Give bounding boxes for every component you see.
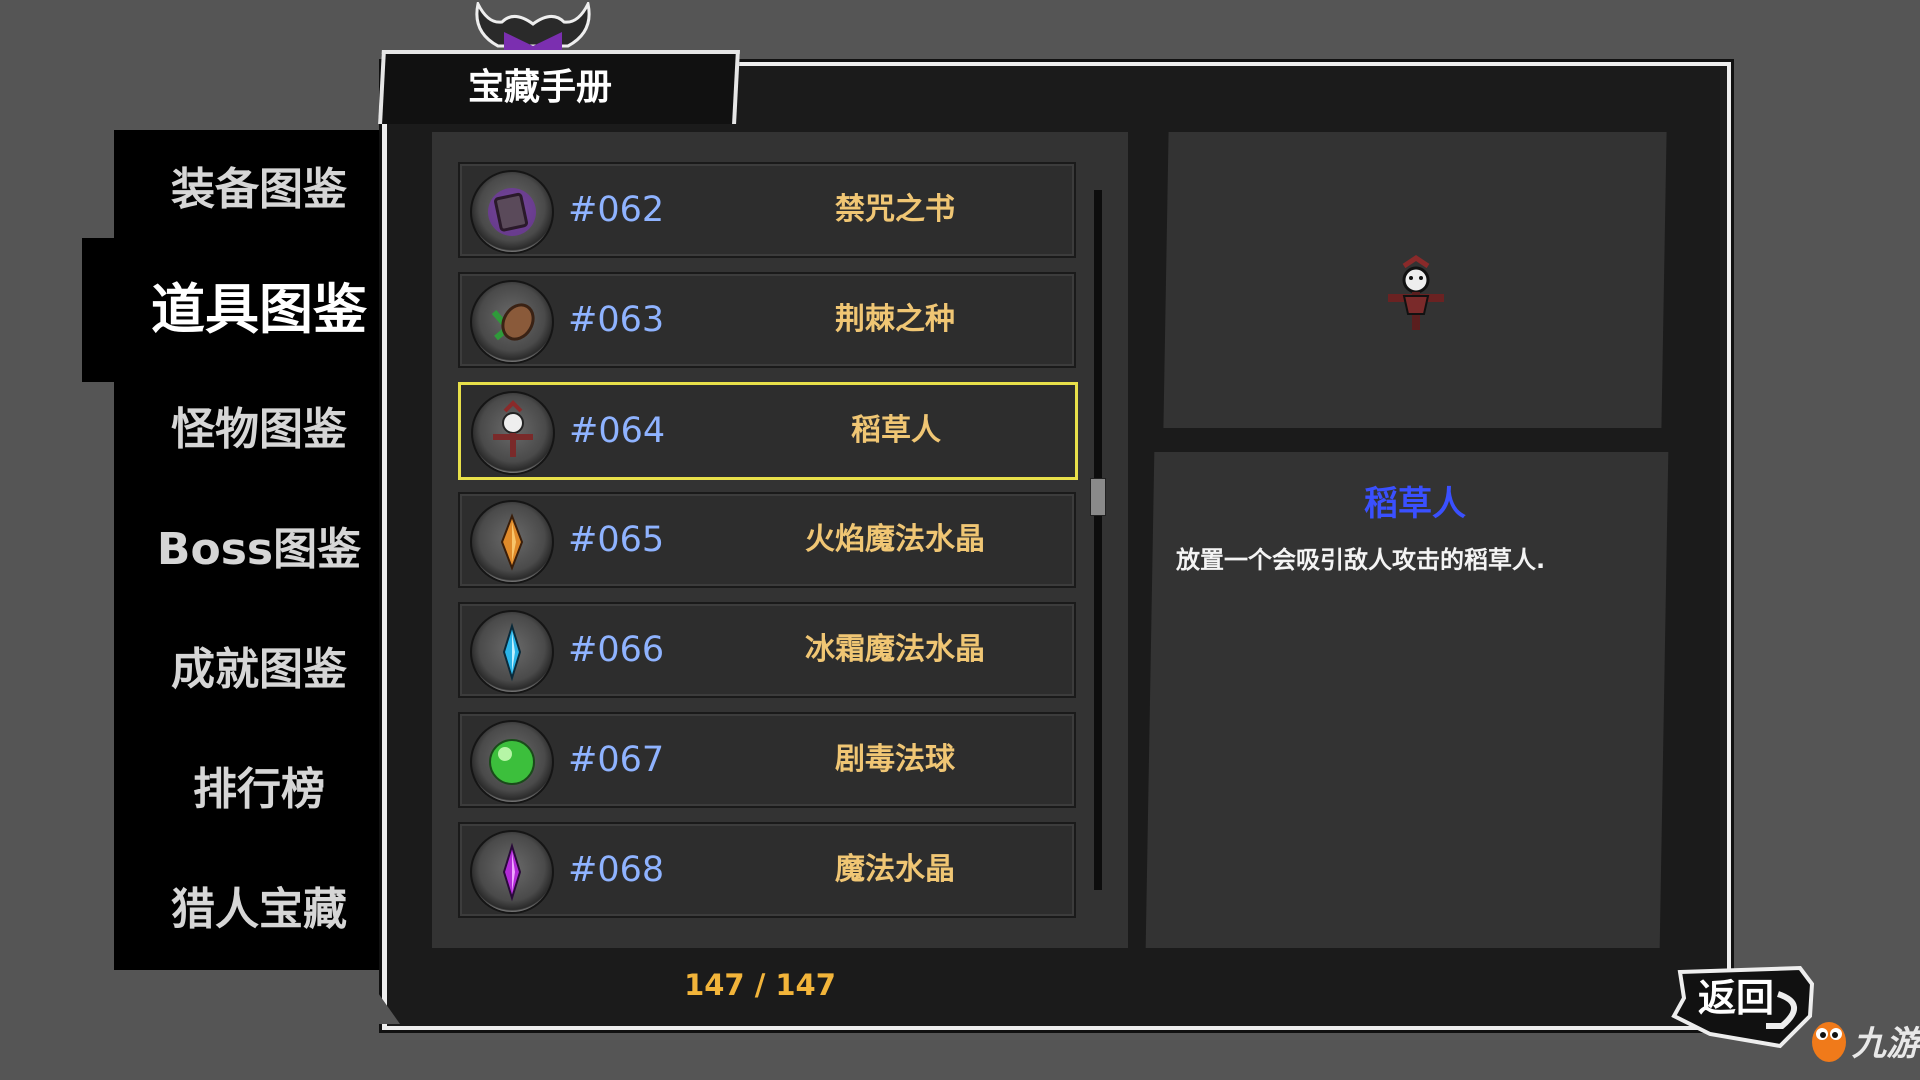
item-name: 冰霜魔法水晶 <box>805 632 985 667</box>
poison-orb-icon <box>470 720 554 804</box>
list-item[interactable]: #066 冰霜魔法水晶 <box>458 602 1076 698</box>
sidebar-item-leaderboard[interactable]: 排行榜 <box>114 740 404 840</box>
scarecrow-preview-icon <box>1388 254 1444 330</box>
page-title: 宝藏手册 <box>467 67 612 108</box>
fire-crystal-icon <box>470 500 554 584</box>
scrollbar-thumb[interactable] <box>1090 478 1106 516</box>
ice-crystal-icon <box>470 610 554 694</box>
item-count: 147 / 147 <box>684 968 836 1002</box>
item-description-panel <box>1145 452 1669 948</box>
scarecrow-icon <box>471 391 555 475</box>
item-number: #067 <box>568 740 665 780</box>
watermark-mascot-icon <box>1812 1022 1846 1062</box>
sidebar-item-hunter-treasure[interactable]: 猎人宝藏 <box>114 860 404 960</box>
detail-description: 放置一个会吸引敌人攻击的稻草人. <box>1176 546 1546 574</box>
scrollbar-track[interactable] <box>1094 190 1102 890</box>
magic-crystal-icon <box>470 830 554 914</box>
item-name: 魔法水晶 <box>835 852 955 887</box>
item-name: 剧毒法球 <box>835 742 955 777</box>
detail-title: 稻草人 <box>1364 484 1466 524</box>
list-item[interactable]: #062 禁咒之书 <box>458 162 1076 258</box>
sidebar-item-items[interactable]: 道具图鉴 <box>114 260 404 360</box>
item-number: #062 <box>568 190 665 230</box>
list-item[interactable]: #067 剧毒法球 <box>458 712 1076 808</box>
item-number: #063 <box>568 300 665 340</box>
seed-icon <box>470 280 554 364</box>
item-number: #066 <box>568 630 665 670</box>
back-button-label[interactable]: 返回 <box>1686 970 1786 1026</box>
list-item[interactable]: #068 魔法水晶 <box>458 822 1076 918</box>
item-name: 禁咒之书 <box>835 192 955 227</box>
item-number: #068 <box>568 850 665 890</box>
frame-corner <box>376 990 400 1024</box>
watermark-text: 九游 <box>1852 1024 1920 1064</box>
sidebar-item-achievements[interactable]: 成就图鉴 <box>114 620 404 720</box>
item-name: 荆棘之种 <box>835 302 955 337</box>
item-number: #064 <box>569 411 666 451</box>
item-number: #065 <box>568 520 665 560</box>
list-item-selected[interactable]: #064 稻草人 <box>458 382 1078 480</box>
sidebar-item-monsters[interactable]: 怪物图鉴 <box>114 380 404 480</box>
item-name: 火焰魔法水晶 <box>805 522 985 557</box>
list-item[interactable]: #065 火焰魔法水晶 <box>458 492 1076 588</box>
item-name: 稻草人 <box>851 413 941 448</box>
sidebar-item-boss[interactable]: Boss图鉴 <box>114 500 404 600</box>
list-item[interactable]: #063 荆棘之种 <box>458 272 1076 368</box>
sidebar-item-equipment[interactable]: 装备图鉴 <box>114 140 404 240</box>
book-icon <box>470 170 554 254</box>
